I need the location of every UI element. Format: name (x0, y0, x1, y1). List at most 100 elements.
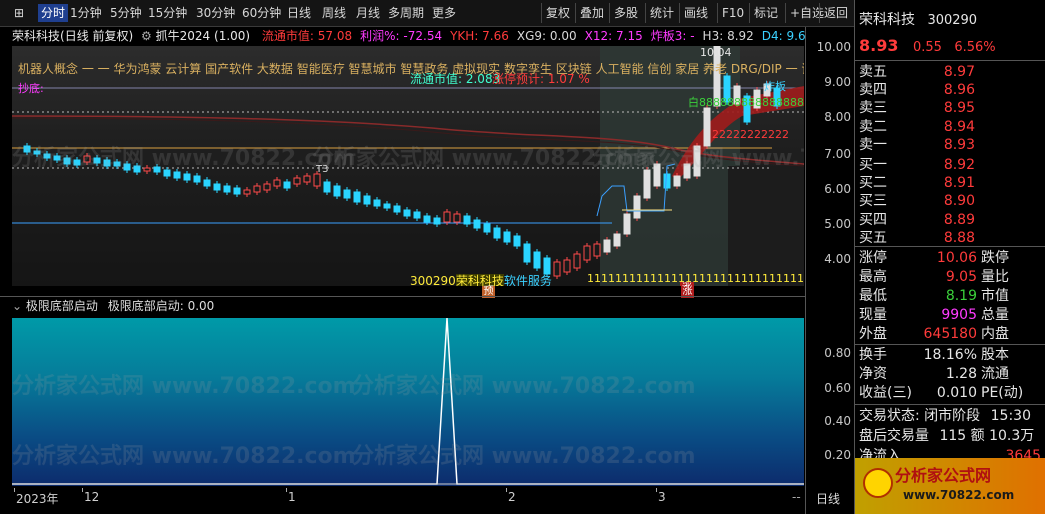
period-tab-7[interactable]: 周线 (322, 4, 346, 22)
candle (263, 183, 271, 191)
quote-price: 8.93 (859, 36, 899, 55)
candle (403, 209, 411, 217)
period-tab-0[interactable]: 分时 (38, 4, 69, 22)
candle (233, 187, 241, 195)
candle (293, 177, 301, 185)
toolbar-action-2[interactable]: 多股 (614, 4, 638, 22)
price-tick: 4.00 (824, 252, 851, 266)
toolbar-action-1[interactable]: 叠加 (580, 4, 604, 22)
toolbar-action-3[interactable]: 统计 (650, 4, 674, 22)
stat-label: 最高 (859, 269, 887, 285)
period-tab-4[interactable]: 30分钟 (196, 4, 235, 22)
order-row-ask-1[interactable]: 卖四 8.96 (859, 80, 1042, 100)
candle (413, 211, 421, 219)
sub-indicator-name[interactable]: 极限底部启动 (26, 299, 98, 313)
order-row-ask-2[interactable]: 卖三 8.95 (859, 98, 1042, 118)
candle (633, 195, 641, 219)
period-tab-10[interactable]: 更多 (432, 4, 456, 22)
stat-row: 现量 9905 总量 (859, 305, 1042, 325)
stat-label: 现量 (859, 307, 887, 323)
trade-state: 交易状态: 闭市阶段 (859, 408, 981, 424)
candle (643, 169, 651, 199)
period-tab-3[interactable]: 15分钟 (148, 4, 187, 22)
toolbar-action-6[interactable]: 标记 (754, 4, 778, 22)
sub-chart-menu-icon[interactable]: ⌄ (12, 299, 22, 313)
candle (563, 259, 571, 273)
candle (393, 205, 401, 213)
period-label[interactable]: 日线 (816, 490, 840, 507)
order-price: 8.97 (943, 64, 975, 80)
order-price: 8.89 (943, 211, 975, 228)
order-price: 8.94 (943, 118, 975, 135)
period-tab-9[interactable]: 多周期 (388, 4, 424, 22)
stat-row: 最高 9.05 量比 (859, 267, 1042, 287)
toolbar-action-5[interactable]: F10 (722, 4, 744, 22)
title-metric-5: 炸板3: - (650, 29, 695, 43)
title-metric-4: X12: 7.15 (584, 29, 643, 43)
stat2-label: 净资 (859, 366, 887, 382)
stock-name: 荣科科技 (12, 29, 61, 43)
toolbar-action-8[interactable]: 返回 (824, 4, 848, 22)
sub-indicator-chart[interactable]: 分析家公式网 www.70822.com 分析家公式网 www.70822.co… (12, 318, 804, 486)
candle (353, 191, 361, 203)
sub-tick: 0.60 (824, 381, 851, 395)
order-row-ask-3[interactable]: 卖二 8.94 (859, 117, 1042, 137)
stat2-label-right: 流通 (981, 366, 1009, 382)
time-tick: 12 (84, 490, 100, 504)
price-axis[interactable]: 10.00 9.00 8.00 7.00 6.00 5.00 4.00 0.80 0.60 0.… (805, 27, 854, 514)
quote-header: 荣科科技 300290 (859, 10, 977, 30)
period-tab-6[interactable]: 日线 (287, 4, 311, 22)
order-label: 买三 (859, 193, 887, 210)
main-kline-chart[interactable]: 1111111111111111111111111111111111111111… (12, 46, 804, 286)
stat-label-right: 量比 (981, 269, 1009, 285)
indicator-settings-icon[interactable]: ⚙ (141, 29, 152, 43)
stat2-label-right: 股本 (981, 347, 1009, 363)
candle (593, 243, 601, 257)
time-axis[interactable]: 2023年 12 1 2 3 -- (12, 488, 804, 512)
order-price: 8.96 (943, 82, 975, 99)
order-row-bid-4[interactable]: 买五 8.88 (859, 228, 1042, 248)
period-tab-1[interactable]: 1分钟 (70, 4, 102, 22)
sub-watermark: 分析家公式网 www.70822.com (12, 374, 356, 399)
period-tab-2[interactable]: 5分钟 (110, 4, 142, 22)
stat-value: 10.06 (936, 250, 977, 266)
float-value-label: 流通市值: 2.083 (410, 72, 501, 86)
title-metric-2: YKH: 7.66 (450, 29, 509, 43)
candle (193, 175, 201, 183)
stat-value: 9905 (941, 307, 977, 323)
stat2-row: 换手 18.16% 股本 (859, 345, 1042, 365)
logo-url: www.70822.com (903, 488, 1015, 502)
layout-grid-icon[interactable]: ⊞ (14, 4, 24, 22)
order-row-bid-1[interactable]: 买二 8.91 (859, 173, 1042, 193)
order-label: 卖四 (859, 82, 887, 99)
period-tab-5[interactable]: 60分钟 (242, 4, 281, 22)
signal-ticks: 1111111111111111111111111111111111111111 (587, 272, 804, 285)
burst-label: 炸板 (764, 80, 786, 93)
candle (533, 251, 541, 269)
toolbar-action-4[interactable]: 画线 (684, 4, 708, 22)
sub-watermark-2: 分析家公式网 www.70822.com (352, 374, 696, 399)
sub-watermark-3: 分析家公式网 www.70822.com (12, 444, 356, 469)
high-price-tag: 10.04 (700, 46, 732, 59)
time-tick: 3 (658, 490, 666, 504)
logo-banner: 分析家公式网 www.70822.com (855, 458, 1045, 514)
order-row-ask-4[interactable]: 卖一 8.93 (859, 135, 1042, 155)
toolbar-action-0[interactable]: 复权 (546, 4, 570, 22)
sub-indicator-value: 极限底部启动: 0.00 (107, 299, 215, 313)
annot-industry: 软件服务 (503, 274, 552, 286)
stat-label: 最低 (859, 288, 887, 304)
order-row-bid-2[interactable]: 买三 8.90 (859, 191, 1042, 211)
order-price: 8.95 (943, 100, 975, 117)
candle (483, 223, 491, 233)
order-row-bid-3[interactable]: 买四 8.89 (859, 210, 1042, 230)
order-price: 8.92 (943, 157, 975, 173)
candle (223, 185, 231, 193)
period-tab-8[interactable]: 月线 (356, 4, 380, 22)
candle (423, 215, 431, 223)
stat-row: 外盘 645180 内盘 (859, 324, 1042, 344)
stat2-label-right: PE(动) (981, 385, 1024, 401)
order-row-bid-0[interactable]: 买一 8.92 (859, 155, 1042, 175)
order-row-ask-0[interactable]: 卖五 8.97 (859, 62, 1042, 82)
indicator-name[interactable]: 抓牛2024 (156, 29, 211, 43)
order-label: 买一 (859, 157, 887, 173)
